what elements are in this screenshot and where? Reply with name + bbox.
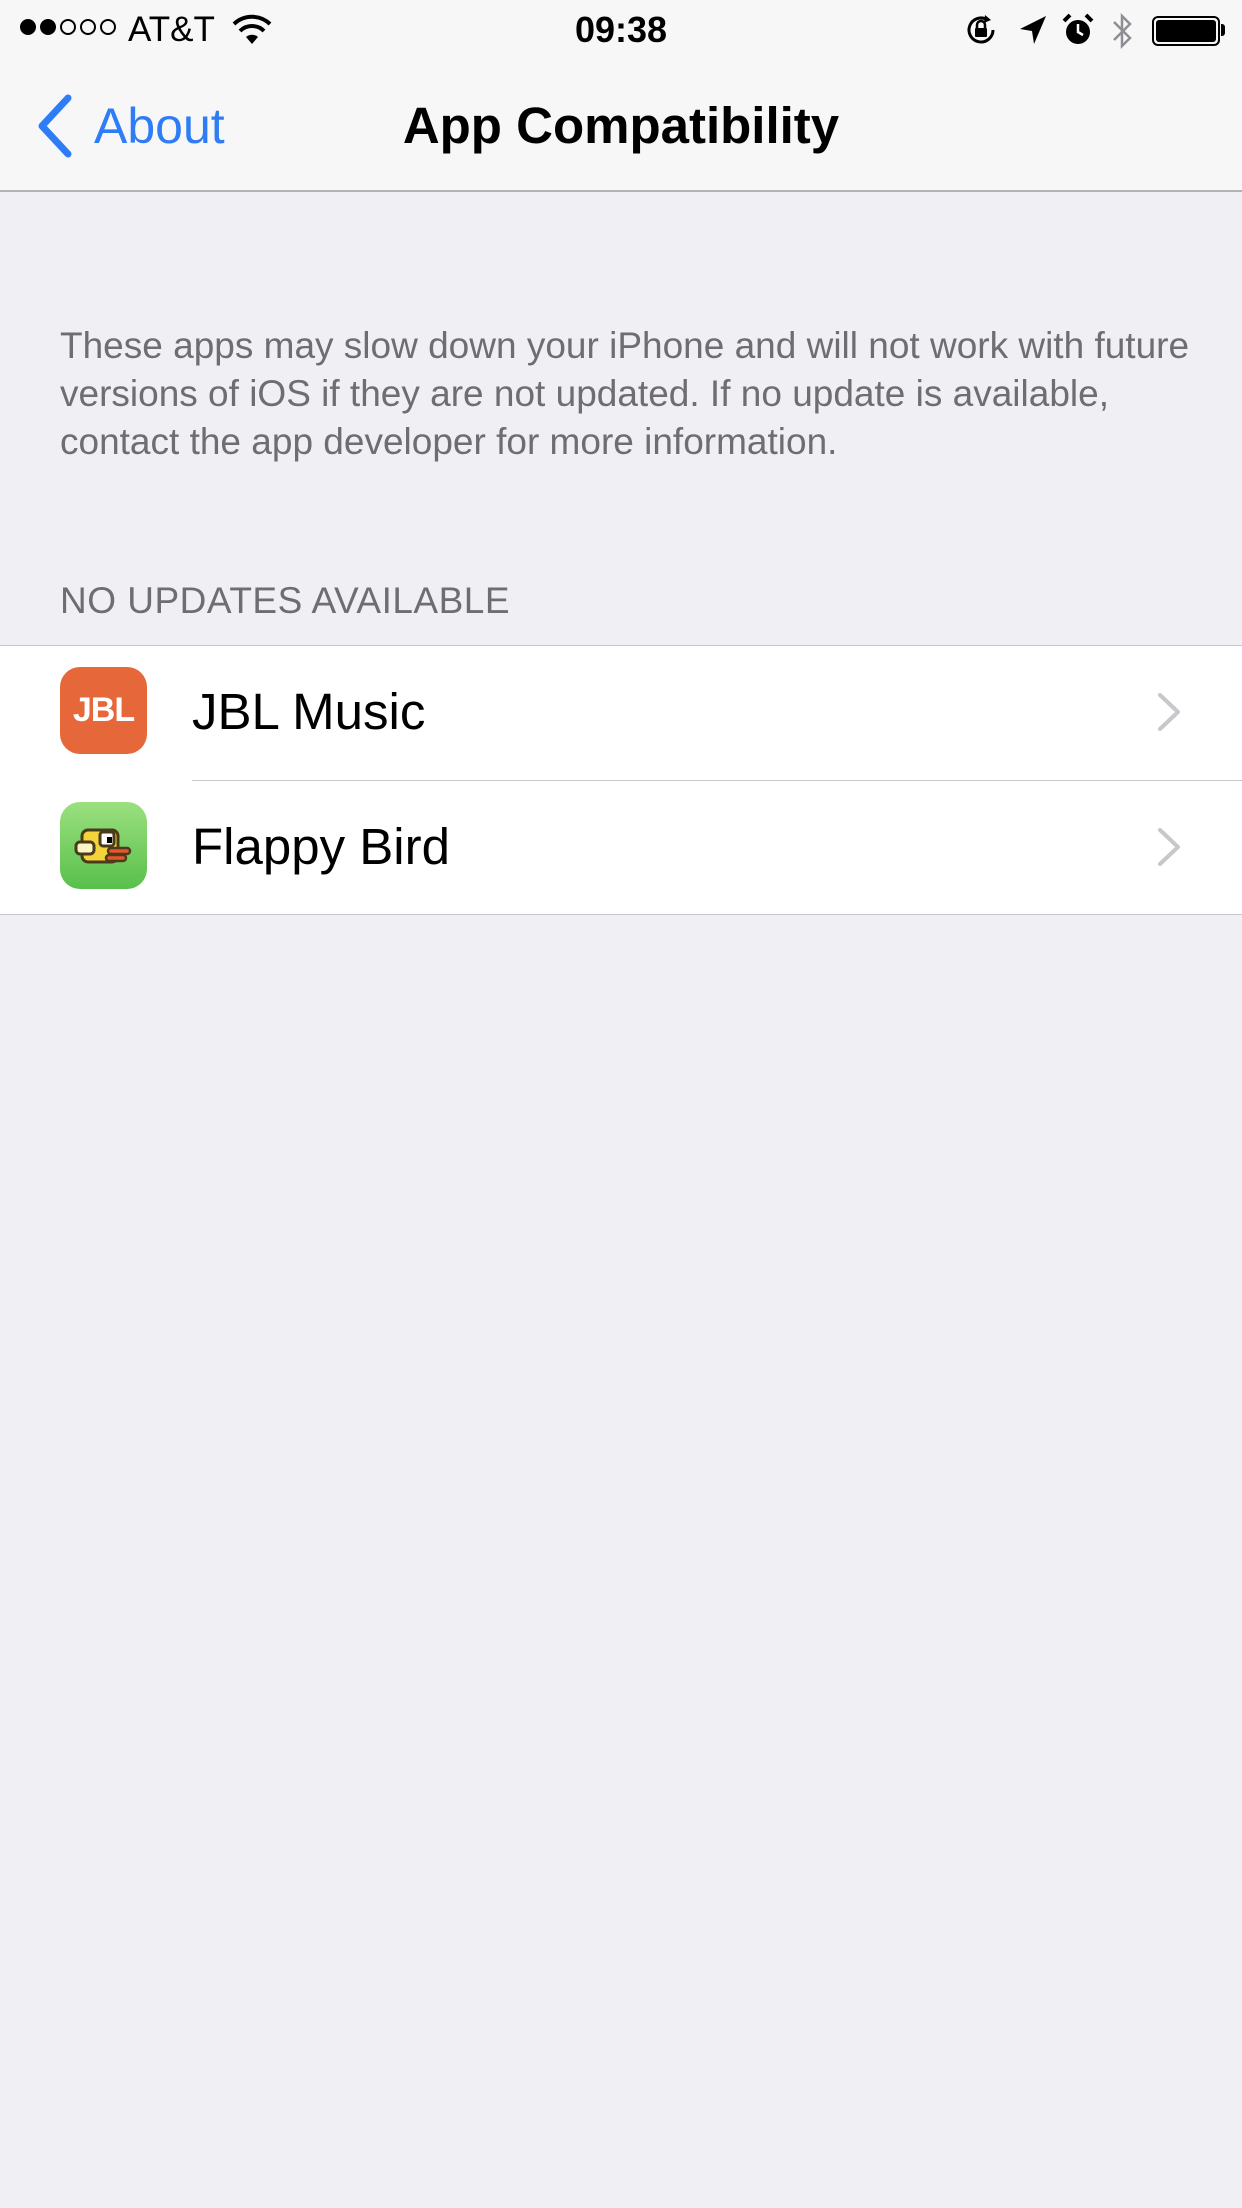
app-list: JBL JBL Music Flappy Bird [0, 645, 1242, 915]
status-bar: AT&T 09:38 [0, 0, 1242, 60]
battery-tip [1221, 24, 1225, 36]
chevron-right-icon [1158, 693, 1180, 731]
alarm-icon [1062, 13, 1094, 44]
list-item-jbl-music[interactable]: JBL JBL Music [0, 646, 1242, 781]
app-name: Flappy Bird [192, 818, 450, 875]
list-item-flappy-bird[interactable]: Flappy Bird [0, 781, 1242, 915]
flappy-bird-icon [60, 802, 147, 889]
bluetooth-icon [1113, 12, 1132, 50]
battery-icon [1152, 16, 1220, 46]
battery-level [1156, 20, 1216, 42]
orientation-lock-icon [967, 15, 995, 44]
app-name: JBL Music [192, 683, 426, 740]
description-text: These apps may slow down your iPhone and… [60, 325, 1190, 462]
page-title: App Compatibility [402, 97, 840, 154]
section-header: NO UPDATES AVAILABLE [60, 580, 511, 621]
flappy-bird-graphic [74, 828, 132, 864]
chevron-right-icon [1158, 828, 1180, 866]
status-time: 09:38 [574, 9, 668, 50]
navigation-bar: About App Compatibility [0, 60, 1242, 192]
jbl-music-icon: JBL [60, 667, 147, 754]
location-arrow-icon [1020, 16, 1046, 44]
jbl-logo-text: JBL [72, 691, 135, 729]
